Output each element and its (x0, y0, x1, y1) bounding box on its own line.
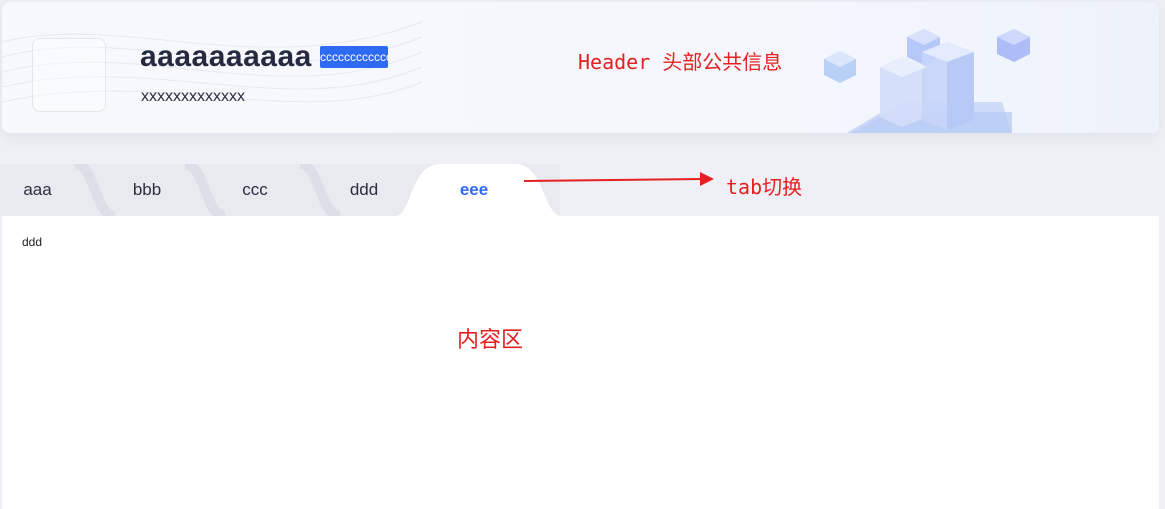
content-text: ddd (22, 235, 43, 249)
status-badge: cccccccccccc (320, 46, 388, 68)
tab-ccc[interactable]: ccc (215, 164, 295, 216)
tab-aaa[interactable]: aaa (0, 164, 75, 216)
header: aaaaaaaaaa cccccccccccc xxxxxxxxxxxxx He… (2, 2, 1159, 133)
annotation-tab: tab切换 (726, 175, 803, 199)
tab-bbb[interactable]: bbb (107, 164, 187, 216)
tab-eee[interactable]: eee (434, 164, 514, 216)
annotation-arrow (523, 172, 714, 186)
page-title: aaaaaaaaaa (140, 40, 312, 73)
content-area: ddd (2, 216, 1159, 509)
annotation-header: Header 头部公共信息 (578, 50, 783, 74)
page-subtitle: xxxxxxxxxxxxx (141, 88, 245, 105)
avatar (32, 38, 106, 112)
annotation-content: 内容区 (457, 328, 524, 353)
cubes-illustration (824, 29, 1030, 133)
tab-ddd[interactable]: ddd (324, 164, 404, 216)
